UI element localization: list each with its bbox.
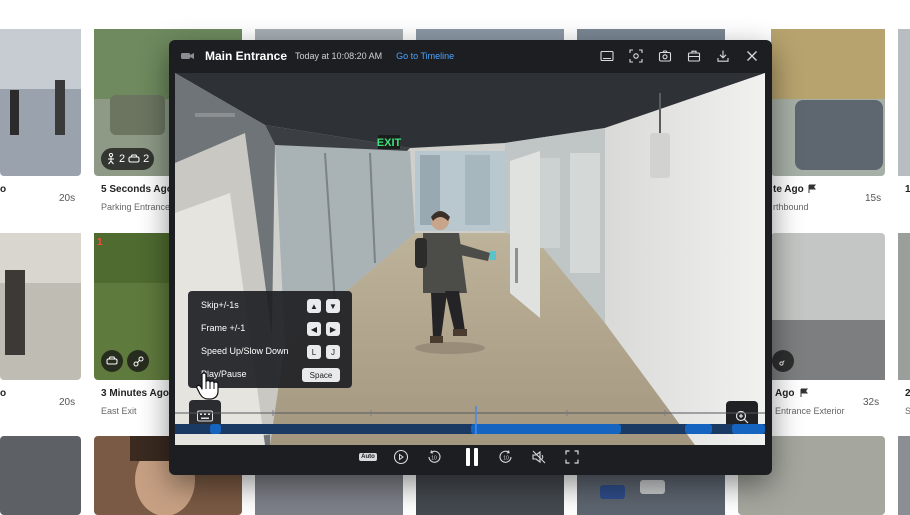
fullscreen-button[interactable] <box>561 446 583 468</box>
person-icon <box>108 153 114 165</box>
pause-button[interactable] <box>459 444 485 470</box>
go-to-timeline-link[interactable]: Go to Timeline <box>396 51 454 61</box>
clip-duration: 15s <box>865 193 882 204</box>
corner-number: 1 <box>97 237 103 248</box>
shortcut-row: Frame +/-1 ◀ ▶ <box>201 321 343 337</box>
close-icon <box>747 51 757 61</box>
clip-duration: 20s <box>59 397 76 408</box>
pause-icon <box>466 448 478 466</box>
motion-segment <box>732 424 765 434</box>
shortcut-label: Skip+/-1s <box>201 300 239 310</box>
header-actions <box>597 46 762 66</box>
clip-location: rthbound <box>773 202 809 212</box>
camera-name: Main Entrance <box>205 49 288 63</box>
clip-card[interactable]: o 20s <box>0 388 80 428</box>
snapshot-icon <box>658 50 672 62</box>
vehicle-icon <box>128 154 140 162</box>
forward-10-icon: 10 <box>499 450 512 463</box>
flag-icon <box>800 388 808 397</box>
hallway-scene: EXIT <box>175 73 765 445</box>
clip-card[interactable]: 3 Minutes Ago East Exit <box>101 388 171 428</box>
fullscreen-icon <box>565 450 579 464</box>
motion-segment <box>685 424 712 434</box>
clip-card[interactable]: Ago Entrance Exterior 32s <box>775 388 885 428</box>
download-button[interactable] <box>713 46 733 66</box>
snapshot-button[interactable] <box>655 46 675 66</box>
up-key: ▲ <box>307 299 321 313</box>
clip-duration: 32s <box>863 397 880 408</box>
svg-text:10: 10 <box>503 456 509 462</box>
clip-card[interactable]: 2 S <box>905 388 910 428</box>
clip-card[interactable]: 1 <box>905 184 910 224</box>
vehicle-chip <box>101 350 123 372</box>
right-key: ▶ <box>326 322 340 336</box>
clip-title: o <box>0 184 7 195</box>
clip-location: S <box>905 406 910 416</box>
clip-timestamp: Today at 10:08:20 AM <box>295 51 383 61</box>
hand-cursor-icon <box>196 372 219 400</box>
clip-card[interactable]: 5 Seconds Ago Parking Entrance <box>101 184 171 224</box>
vehicle-icon <box>106 356 118 364</box>
clip-duration: 20s <box>59 193 76 204</box>
left-key: ◀ <box>307 322 321 336</box>
svg-text:10: 10 <box>431 456 437 462</box>
share-button[interactable] <box>684 46 704 66</box>
person-count: 2 <box>119 153 126 165</box>
ai-scan-icon <box>629 49 643 63</box>
frame-step-icon <box>393 449 409 465</box>
share-icon <box>687 50 701 62</box>
link-icon <box>778 359 785 366</box>
clip-card[interactable]: o 20s <box>0 184 80 224</box>
close-button[interactable] <box>742 46 762 66</box>
clip-title: 5 Seconds Ago <box>101 184 171 195</box>
shortcut-row: Skip+/-1s ▲ ▼ <box>201 298 343 314</box>
l-key: L <box>307 345 321 359</box>
playback-speed-button[interactable]: Auto <box>357 446 379 468</box>
detection-badges: 2 2 <box>101 148 155 170</box>
detection-badges <box>101 350 149 372</box>
space-key: Space <box>302 368 340 382</box>
clip-title: o <box>0 388 7 399</box>
shortcut-row: Speed Up/Slow Down L J <box>201 344 343 360</box>
playback-controls: Auto 10 10 <box>169 440 772 475</box>
link-chip <box>127 350 149 372</box>
audio-off-icon <box>532 450 546 464</box>
clip-title: 1 <box>905 184 910 195</box>
j-key: J <box>326 345 340 359</box>
clip-title: Ago <box>775 388 795 399</box>
timeline-track <box>175 424 765 434</box>
clip-location: Entrance Exterior <box>775 406 845 416</box>
motion-segment <box>471 424 621 434</box>
forward-10-button[interactable]: 10 <box>495 446 517 468</box>
rewind-10-button[interactable]: 10 <box>423 446 445 468</box>
shortcut-label: Speed Up/Slow Down <box>201 346 289 356</box>
theater-mode-icon <box>600 50 614 62</box>
clip-title: te Ago <box>773 184 804 195</box>
exit-sign: EXIT <box>377 137 402 149</box>
clip-title: 2 <box>905 388 910 399</box>
frame-back-button[interactable] <box>390 446 412 468</box>
camera-icon <box>181 53 194 59</box>
video-frame[interactable]: EXIT Skip+/-1s ▲ ▼ Frame +/-1 ◀ ▶ Speed … <box>175 73 765 445</box>
vehicle-count: 2 <box>143 153 150 165</box>
mute-button[interactable] <box>528 446 550 468</box>
clip-card[interactable]: te Ago rthbound 15s <box>773 184 885 224</box>
speed-label: Auto <box>359 453 377 461</box>
theater-mode-button[interactable] <box>597 46 617 66</box>
flag-icon <box>808 184 816 193</box>
rewind-10-icon: 10 <box>428 450 441 463</box>
link-chip <box>772 350 794 372</box>
clip-title: 3 Minutes Ago <box>101 388 169 399</box>
clip-location: Parking Entrance <box>101 202 171 212</box>
down-key: ▼ <box>326 299 340 313</box>
video-player-modal: Main Entrance Today at 10:08:20 AM Go to… <box>169 40 772 475</box>
ai-scan-button[interactable] <box>626 46 646 66</box>
download-icon <box>717 50 729 62</box>
shortcut-label: Frame +/-1 <box>201 323 246 333</box>
link-icon <box>133 356 143 366</box>
clip-location: East Exit <box>101 406 137 416</box>
player-header: Main Entrance Today at 10:08:20 AM Go to… <box>169 40 772 72</box>
person-count-chip: 2 2 <box>101 148 155 170</box>
motion-segment <box>210 424 221 434</box>
